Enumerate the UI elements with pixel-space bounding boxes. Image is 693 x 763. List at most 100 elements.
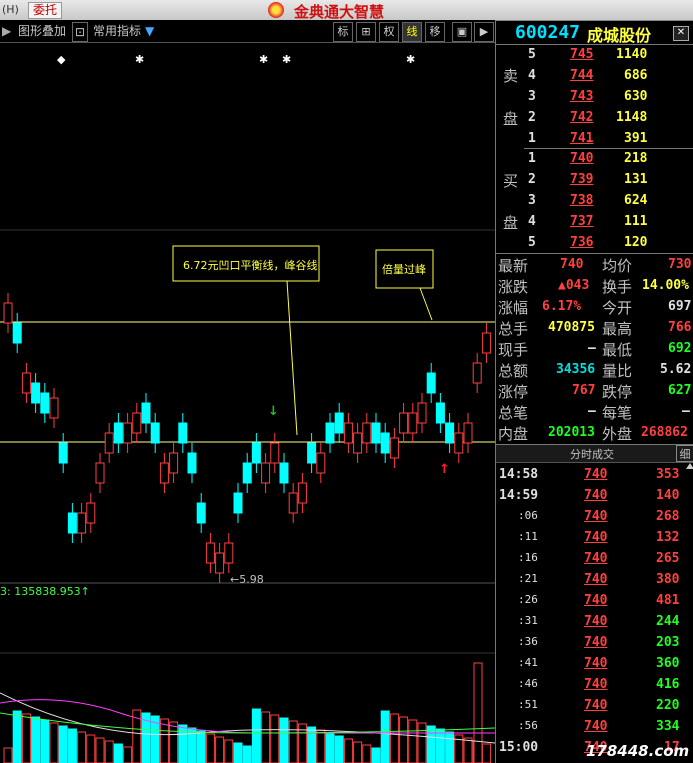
- order-button[interactable]: 委托: [28, 2, 63, 19]
- tick-volume: 220: [656, 698, 680, 713]
- candle: [95, 462, 105, 484]
- tick-row: :31 740 244: [496, 612, 693, 632]
- move-button[interactable]: 移: [425, 22, 445, 42]
- overlay-menu[interactable]: 图形叠加: [18, 22, 66, 40]
- candle: [3, 302, 13, 324]
- sell-price[interactable]: 742: [570, 110, 593, 125]
- ticks-detail-button[interactable]: 细: [676, 445, 693, 462]
- limit-down-value: 627: [668, 383, 692, 398]
- avg-value: 730: [668, 257, 692, 272]
- buy-price[interactable]: 740: [570, 151, 593, 166]
- tick-volume: 360: [656, 656, 680, 671]
- tick-row: :36 740 203: [496, 633, 693, 653]
- volume-bar: [473, 662, 483, 763]
- panel-close-icon[interactable]: ✕: [673, 26, 689, 41]
- sell-volume: 1148: [616, 110, 648, 125]
- sell-level: 4: [528, 68, 536, 83]
- tick-row: :41 740 360: [496, 654, 693, 674]
- tick-volume: 244: [656, 614, 680, 629]
- event-markers: ◆ ✱ ✱ ✱ ✱: [57, 53, 415, 66]
- event-marker-3: ✱: [259, 53, 268, 66]
- sell-level: 3: [528, 89, 536, 104]
- tick-price: 740: [584, 467, 608, 482]
- indicators-menu[interactable]: 常用指标: [93, 22, 141, 40]
- volume-bar: [343, 738, 353, 763]
- volume-bar: [399, 716, 409, 763]
- volume-bar: [380, 710, 390, 763]
- next-arrow-icon[interactable]: ▶: [474, 22, 494, 42]
- candle: [58, 442, 68, 464]
- volume-bar: [205, 733, 215, 763]
- tick-price: 740: [584, 488, 608, 503]
- line-button[interactable]: 线: [402, 22, 422, 42]
- candle: [463, 422, 473, 444]
- volume-bar: [113, 743, 123, 763]
- candle: [343, 422, 353, 444]
- buy-price[interactable]: 739: [570, 172, 593, 187]
- lock-icon[interactable]: ⊡: [72, 22, 88, 42]
- tick-row: :11 740 132: [496, 528, 693, 548]
- sell-price[interactable]: 744: [570, 68, 593, 83]
- amount-label: 总额: [498, 362, 529, 380]
- indicators-dropdown-icon[interactable]: ▼: [145, 22, 154, 40]
- candle: [205, 542, 215, 564]
- buy-price[interactable]: 737: [570, 214, 593, 229]
- volume-bar: [224, 739, 234, 763]
- buy-volume: 120: [624, 235, 648, 250]
- scroll-up-icon[interactable]: [686, 463, 693, 469]
- tick-row: 14:59 740 140: [496, 486, 693, 506]
- candle: [261, 462, 271, 484]
- tick-time: 14:59: [499, 488, 539, 503]
- candle: [307, 442, 317, 464]
- tick-time: :46: [518, 677, 538, 690]
- tick-volume: 265: [656, 551, 680, 566]
- buy-volume: 131: [624, 172, 648, 187]
- buy-level: 1: [528, 151, 536, 166]
- volume-bar: [316, 729, 326, 763]
- candle: [178, 422, 188, 444]
- tick-time: :21: [518, 572, 538, 585]
- dropdown-arrow-icon[interactable]: ▶: [2, 22, 11, 40]
- open-value: 697: [668, 299, 692, 314]
- window-restore-icon[interactable]: ▣: [452, 22, 472, 42]
- tick-price: 740: [584, 635, 608, 650]
- mark-button[interactable]: 标: [333, 22, 353, 42]
- candle: [224, 542, 234, 564]
- volume-bar: [371, 747, 381, 763]
- divider: [524, 148, 693, 149]
- buy-volume: 624: [624, 193, 648, 208]
- buy-price[interactable]: 738: [570, 193, 593, 208]
- pct-value: 6.17%: [542, 299, 582, 314]
- sell-price[interactable]: 745: [570, 47, 593, 62]
- kline-chart[interactable]: ◆ ✱ ✱ ✱ ✱ 6.72元凹口平衡线，峰谷线 倍量过峰 ↓ ↑ ←5.98 …: [0, 43, 495, 763]
- low-price-marker: ←5.98: [230, 573, 264, 586]
- tick-volume: 380: [656, 572, 680, 587]
- buy-volume: 218: [624, 151, 648, 166]
- outer-label: 外盘: [602, 425, 633, 443]
- buy-level: 5: [528, 235, 536, 250]
- buy-price[interactable]: 736: [570, 235, 593, 250]
- grid-button[interactable]: ⊞: [356, 22, 376, 42]
- tick-time: :56: [518, 719, 538, 732]
- candle: [150, 422, 160, 444]
- sell-price[interactable]: 743: [570, 89, 593, 104]
- rights-button[interactable]: 权: [379, 22, 399, 42]
- tick-time: :31: [518, 614, 538, 627]
- tick-time: :06: [518, 509, 538, 522]
- open-label: 今开: [602, 299, 633, 317]
- volume-bar: [77, 731, 87, 763]
- ratio-value: 5.62: [660, 362, 692, 377]
- volume-bar: [242, 745, 252, 763]
- volume-bar: [445, 731, 455, 763]
- volume-bar: [288, 720, 298, 763]
- volume-bar: [325, 732, 335, 763]
- candle: [21, 372, 31, 394]
- sell-price[interactable]: 741: [570, 131, 593, 146]
- tick-row: :56 740 334: [496, 717, 693, 737]
- candle: [454, 432, 464, 454]
- sell-volume: 686: [624, 68, 648, 83]
- volume-bar: [215, 736, 225, 763]
- tick-price: 740: [584, 677, 608, 692]
- buy-label-1: 买: [503, 172, 519, 190]
- sell-label-1: 卖: [503, 67, 519, 85]
